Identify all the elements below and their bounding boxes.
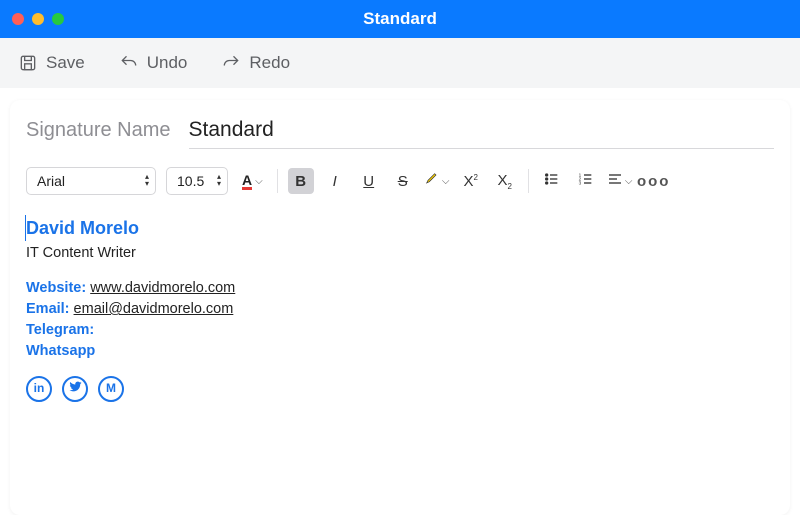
redo-button[interactable]: Redo bbox=[221, 53, 290, 73]
medium-glyph: M bbox=[106, 380, 116, 397]
font-color-button[interactable]: A ⌵ bbox=[238, 173, 267, 190]
strikethrough-icon: S bbox=[398, 173, 408, 190]
signature-name-input[interactable] bbox=[189, 116, 774, 149]
separator bbox=[277, 169, 278, 193]
whatsapp-line: Whatsapp bbox=[26, 341, 774, 362]
telegram-line: Telegram: bbox=[26, 320, 774, 341]
telegram-label: Telegram: bbox=[26, 322, 94, 338]
italic-button[interactable]: I bbox=[322, 168, 348, 194]
email-link[interactable]: email@davidmorelo.com bbox=[74, 301, 234, 317]
title-bar: Standard bbox=[0, 0, 800, 38]
undo-label: Undo bbox=[147, 53, 188, 73]
zoom-window-button[interactable] bbox=[52, 13, 64, 25]
social-icons: in M bbox=[26, 376, 774, 402]
minimize-window-button[interactable] bbox=[32, 13, 44, 25]
chevron-down-icon: ⌵ bbox=[625, 176, 633, 187]
separator bbox=[528, 169, 529, 193]
save-button[interactable]: Save bbox=[18, 53, 85, 73]
twitter-icon[interactable] bbox=[62, 376, 88, 402]
text-caret bbox=[25, 215, 26, 241]
font-family-select[interactable]: Arial ▴▾ bbox=[26, 167, 156, 195]
undo-icon bbox=[119, 53, 139, 73]
email-label: Email: bbox=[26, 301, 70, 317]
italic-icon: I bbox=[333, 173, 337, 190]
website-line: Website: www.davidmorelo.com bbox=[26, 278, 774, 299]
whatsapp-label: Whatsapp bbox=[26, 343, 95, 359]
website-link[interactable]: www.davidmorelo.com bbox=[90, 280, 235, 296]
align-button[interactable]: ⌵ bbox=[607, 168, 633, 194]
underline-icon: U bbox=[363, 173, 374, 190]
stepper-arrows-icon: ▴▾ bbox=[217, 174, 221, 188]
align-icon bbox=[607, 171, 623, 191]
font-size-select[interactable]: 10.5 ▴▾ bbox=[166, 167, 228, 195]
highlighter-icon bbox=[424, 171, 440, 191]
subscript-icon: X2 bbox=[497, 172, 511, 191]
contact-block: Website: www.davidmorelo.com Email: emai… bbox=[26, 278, 774, 362]
window-title: Standard bbox=[0, 9, 800, 29]
chevron-down-icon: ⌵ bbox=[255, 176, 263, 187]
font-size-value: 10.5 bbox=[177, 173, 204, 189]
linkedin-glyph: in bbox=[34, 380, 45, 397]
bullet-list-button[interactable] bbox=[539, 168, 565, 194]
person-name-text: David Morelo bbox=[26, 218, 139, 238]
underline-button[interactable]: U bbox=[356, 168, 382, 194]
bullet-list-icon bbox=[544, 171, 560, 191]
chevron-down-icon: ⌵ bbox=[442, 176, 450, 187]
font-family-value: Arial bbox=[37, 173, 65, 189]
numbered-list-icon: 123 bbox=[578, 171, 594, 191]
close-window-button[interactable] bbox=[12, 13, 24, 25]
text-style-group: B I U S ⌵ X2 X2 bbox=[288, 168, 518, 194]
signature-person-name: David Morelo bbox=[26, 215, 139, 241]
format-toolbar: Arial ▴▾ 10.5 ▴▾ A ⌵ B I U S ⌵ bbox=[26, 167, 774, 195]
highlight-button[interactable]: ⌵ bbox=[424, 168, 450, 194]
more-button[interactable]: ooo bbox=[641, 168, 667, 194]
save-icon bbox=[18, 53, 38, 73]
subscript-button[interactable]: X2 bbox=[492, 168, 518, 194]
linkedin-icon[interactable]: in bbox=[26, 376, 52, 402]
bold-icon: B bbox=[295, 173, 306, 190]
stepper-arrows-icon: ▴▾ bbox=[145, 174, 149, 188]
website-label: Website: bbox=[26, 280, 86, 296]
signature-name-row: Signature Name bbox=[26, 116, 774, 149]
more-icon: ooo bbox=[637, 173, 671, 190]
redo-icon bbox=[221, 53, 241, 73]
superscript-button[interactable]: X2 bbox=[458, 168, 484, 194]
twitter-glyph bbox=[69, 380, 82, 398]
numbered-list-button[interactable]: 123 bbox=[573, 168, 599, 194]
undo-button[interactable]: Undo bbox=[119, 53, 188, 73]
file-toolbar: Save Undo Redo bbox=[0, 38, 800, 88]
editor-panel: Signature Name Arial ▴▾ 10.5 ▴▾ A ⌵ B I … bbox=[10, 100, 790, 515]
font-color-icon: A bbox=[242, 173, 252, 190]
redo-label: Redo bbox=[249, 53, 290, 73]
signature-editor[interactable]: David Morelo IT Content Writer Website: … bbox=[26, 215, 774, 402]
medium-icon[interactable]: M bbox=[98, 376, 124, 402]
list-group: 123 ⌵ ooo bbox=[539, 168, 667, 194]
signature-name-label: Signature Name bbox=[26, 119, 171, 142]
superscript-icon: X2 bbox=[463, 173, 477, 190]
bold-button[interactable]: B bbox=[288, 168, 314, 194]
save-label: Save bbox=[46, 53, 85, 73]
svg-text:3: 3 bbox=[578, 180, 581, 185]
signature-person-role: IT Content Writer bbox=[26, 243, 774, 264]
window-controls bbox=[12, 13, 64, 25]
email-line: Email: email@davidmorelo.com bbox=[26, 299, 774, 320]
strikethrough-button[interactable]: S bbox=[390, 168, 416, 194]
